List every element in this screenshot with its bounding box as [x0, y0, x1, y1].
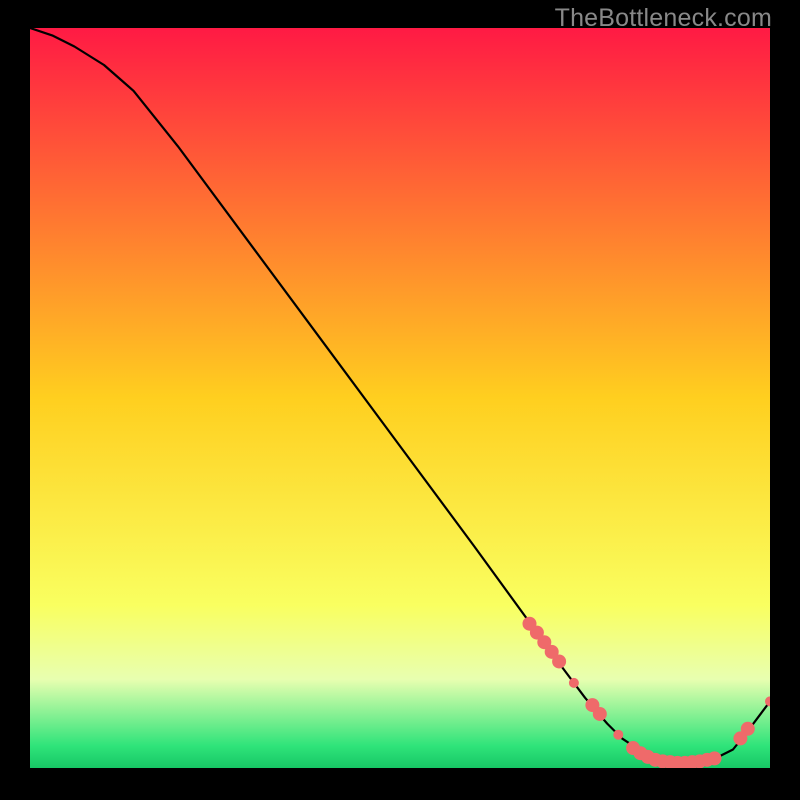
- plot-area: [30, 28, 770, 768]
- data-marker: [593, 707, 607, 721]
- data-marker: [708, 751, 722, 765]
- chart-stage: TheBottleneck.com: [0, 0, 800, 800]
- data-marker: [613, 730, 623, 740]
- data-marker: [552, 654, 566, 668]
- data-marker: [741, 722, 755, 736]
- gradient-background: [30, 28, 770, 768]
- data-marker: [569, 678, 579, 688]
- bottleneck-chart: [30, 28, 770, 768]
